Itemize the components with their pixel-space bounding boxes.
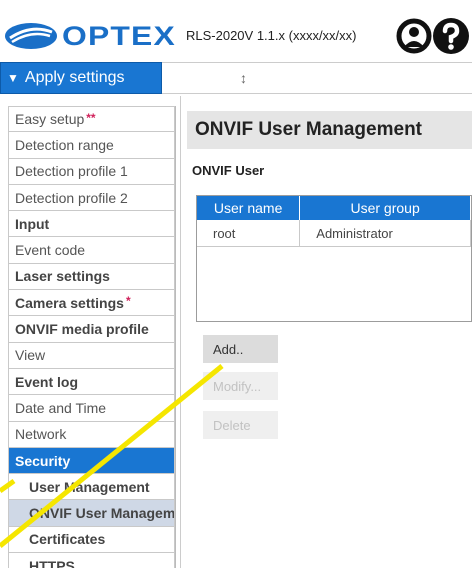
sidebar-item-date-and-time[interactable]: Date and Time <box>8 395 175 422</box>
settings-sidebar: Easy setup ** Detection range Detection p… <box>8 106 176 568</box>
add-button[interactable]: Add.. <box>203 335 278 363</box>
sidebar-item-certificates[interactable]: Certificates <box>8 526 175 554</box>
table-header: User name User group <box>197 196 471 220</box>
firmware-version: RLS-2020V 1.1.x (xxxx/xx/xx) <box>186 28 357 43</box>
sidebar-item-security[interactable]: Security <box>8 447 175 475</box>
cell-user-name: root <box>197 220 301 246</box>
column-header-user-group[interactable]: User group <box>300 196 471 220</box>
sidebar-item-laser-settings[interactable]: Laser settings <box>8 263 175 291</box>
sidebar-item-network[interactable]: Network <box>8 421 175 448</box>
help-icon[interactable] <box>432 17 470 55</box>
sidebar-item-event-code[interactable]: Event code <box>8 237 175 264</box>
optex-logo: OPTEX <box>4 22 175 50</box>
page-title: ONVIF User Management <box>187 111 472 149</box>
sidebar-item-onvif-user-management[interactable]: ONVIF User Management <box>8 500 175 527</box>
user-icon[interactable] <box>396 18 432 54</box>
onvif-user-table: User name User group root Administrator <box>196 195 472 322</box>
logo-text: OPTEX <box>62 21 176 51</box>
table-row[interactable]: root Administrator <box>197 220 471 247</box>
sidebar-item-event-log[interactable]: Event log <box>8 368 175 396</box>
cell-user-group: Administrator <box>300 220 471 246</box>
modify-button[interactable]: Modify... <box>203 372 278 400</box>
sidebar-item-https[interactable]: HTTPS <box>8 553 175 568</box>
sidebar-item-onvif-media-profile[interactable]: ONVIF media profile <box>8 316 175 343</box>
sidebar-item-detection-profile-1[interactable]: Detection profile 1 <box>8 158 175 185</box>
toolbar-strip <box>162 62 472 94</box>
sidebar-item-view[interactable]: View <box>8 342 175 369</box>
sidebar-item-user-management[interactable]: User Management <box>8 474 175 501</box>
resize-handle-icon[interactable]: ↕ <box>240 70 247 86</box>
apply-settings-button[interactable]: ▼ Apply settings <box>0 62 162 94</box>
sidebar-item-detection-range[interactable]: Detection range <box>8 132 175 159</box>
sidebar-item-input[interactable]: Input <box>8 211 175 238</box>
column-header-user-name[interactable]: User name <box>197 196 301 220</box>
sidebar-item-easy-setup[interactable]: Easy setup ** <box>8 106 175 133</box>
sidebar-item-camera-settings[interactable]: Camera settings * <box>8 290 175 317</box>
panel-splitter[interactable] <box>180 96 182 568</box>
apply-settings-label: Apply settings <box>24 69 125 86</box>
optex-emblem-icon <box>5 23 57 49</box>
required-star: ** <box>86 111 96 125</box>
section-label-onvif-user: ONVIF User <box>192 163 265 178</box>
triangle-down-icon: ▼ <box>7 71 19 85</box>
delete-button[interactable]: Delete <box>203 411 278 439</box>
header-bar: OPTEX RLS-2020V 1.1.x (xxxx/xx/xx) <box>0 0 472 62</box>
sidebar-item-detection-profile-2[interactable]: Detection profile 2 <box>8 184 175 212</box>
required-star: * <box>125 294 131 309</box>
